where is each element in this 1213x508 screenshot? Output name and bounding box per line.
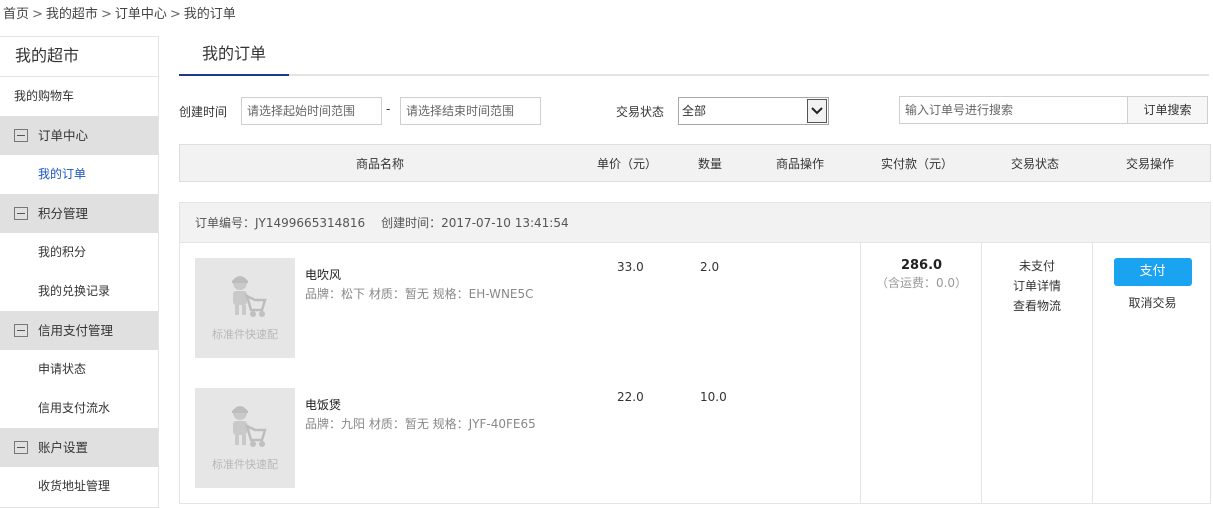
view-logistics-link[interactable]: 查看物流 [982, 296, 1092, 316]
product-spec: 品牌：九阳 材质：暂无 规格：JYF-40FE65 [305, 417, 536, 431]
trade-status-cell: 未支付 订单详情 查看物流 [982, 256, 1092, 316]
sidebar: 我的超市 我的购物车 订单中心 我的订单 积分管理 我的积分 我的兑换记录 信用… [0, 36, 159, 508]
order-header: 订单编号：JY1499665314816 创建时间：2017-07-10 13:4… [180, 203, 1210, 243]
sidebar-item-apply-status[interactable]: 申请状态 [0, 350, 158, 389]
order-item: 标准件快速配 电饭煲 品牌：九阳 材质：暂无 规格：JYF-40FE65 22.… [180, 388, 860, 498]
sidebar-group-label: 订单中心 [38, 128, 89, 143]
sidebar-group-orders[interactable]: 订单中心 [0, 116, 158, 155]
range-dash: - [386, 102, 391, 116]
collapse-icon [14, 441, 28, 454]
sidebar-item-my-orders[interactable]: 我的订单 [0, 155, 158, 194]
sidebar-group-label: 积分管理 [38, 206, 89, 221]
cancel-trade-link[interactable]: 取消交易 [1093, 294, 1212, 311]
header-product-ops: 商品操作 [775, 157, 825, 171]
image-placeholder-text: 标准件快速配 [212, 328, 278, 341]
collapse-icon [14, 129, 28, 142]
worker-cart-icon [232, 276, 267, 317]
shipping-fee: （含运费：0.0） [875, 276, 968, 290]
breadcrumb-home[interactable]: 首页 [3, 7, 29, 22]
unit-price: 22.0 [617, 390, 644, 404]
tab-my-orders[interactable]: 我的订单 [179, 36, 289, 76]
product-name[interactable]: 电吹风 [305, 266, 341, 283]
unit-price: 33.0 [617, 260, 644, 274]
sidebar-title: 我的超市 [0, 37, 158, 77]
order-search-button[interactable]: 订单搜索 [1127, 96, 1208, 124]
order-search-input[interactable]: 输入订单号进行搜索 [899, 96, 1128, 124]
sidebar-group-credit[interactable]: 信用支付管理 [0, 311, 158, 350]
collapse-icon [14, 324, 28, 337]
sidebar-item-address[interactable]: 收货地址管理 [0, 467, 158, 506]
collapse-icon [14, 207, 28, 220]
order-card: 订单编号：JY1499665314816 创建时间：2017-07-10 13:4… [179, 202, 1211, 504]
status-select-value: 全部 [682, 104, 707, 118]
end-time-input[interactable]: 请选择结束时间范围 [400, 97, 541, 125]
sidebar-group-points[interactable]: 积分管理 [0, 194, 158, 233]
created-time-label: 创建时间 [179, 105, 228, 119]
order-created-time: 2017-07-10 13:41:54 [441, 216, 569, 230]
sidebar-item-cart[interactable]: 我的购物车 [0, 77, 158, 116]
tab-bar: 我的订单 [179, 36, 1209, 76]
order-filter: 创建时间 请选择起始时间范围 - 请选择结束时间范围 交易状态 全部 输入订单号… [179, 96, 1209, 126]
order-number: JY1499665314816 [255, 216, 366, 230]
status-unpaid: 未支付 [1018, 259, 1055, 273]
sidebar-group-label: 信用支付管理 [38, 323, 114, 338]
status-label: 交易状态 [616, 105, 665, 119]
status-select[interactable]: 全部 [678, 97, 829, 125]
product-name[interactable]: 电饭煲 [305, 396, 341, 413]
image-placeholder-text: 标准件快速配 [212, 458, 278, 471]
order-item: 标准件快速配 电吹风 品牌：松下 材质：暂无 规格：EH-WNE5C 33.0 … [180, 258, 860, 368]
breadcrumb: 首页 > 我的超市 > 订单中心 > 我的订单 [3, 7, 236, 22]
sidebar-item-my-points[interactable]: 我的积分 [0, 233, 158, 272]
header-unit-price: 单价（元） [596, 157, 658, 171]
sidebar-item-exchange-records[interactable]: 我的兑换记录 [0, 272, 158, 311]
sidebar-item-credit-flow[interactable]: 信用支付流水 [0, 389, 158, 428]
breadcrumb-order-center[interactable]: 订单中心 [115, 7, 167, 22]
sidebar-group-label: 账户设置 [38, 440, 89, 455]
chevron-down-icon[interactable] [807, 99, 827, 123]
product-image[interactable]: 标准件快速配 [195, 388, 295, 488]
worker-cart-icon [232, 406, 267, 447]
breadcrumb-current: 我的订单 [183, 7, 236, 22]
order-number-label: 订单编号： [195, 216, 256, 230]
header-paid: 实付款（元） [880, 157, 954, 171]
header-product-name: 商品名称 [355, 157, 405, 171]
header-quantity: 数量 [697, 157, 723, 171]
paid-amount-cell: 286.0 （含运费：0.0） [861, 258, 982, 291]
start-time-input[interactable]: 请选择起始时间范围 [241, 97, 382, 125]
product-spec: 品牌：松下 材质：暂无 规格：EH-WNE5C [305, 287, 534, 301]
quantity: 10.0 [700, 390, 727, 404]
order-details-link[interactable]: 订单详情 [982, 276, 1092, 296]
order-created-label: 创建时间： [381, 216, 442, 230]
order-table-header: 商品名称 单价（元） 数量 商品操作 实付款（元） 交易状态 交易操作 [179, 144, 1211, 182]
header-trade-status: 交易状态 [1010, 157, 1060, 171]
sidebar-group-account[interactable]: 账户设置 [0, 428, 158, 467]
product-image[interactable]: 标准件快速配 [195, 258, 295, 358]
header-trade-ops: 交易操作 [1125, 157, 1175, 171]
quantity: 2.0 [700, 260, 720, 274]
paid-amount: 286.0 [900, 258, 943, 273]
pay-button[interactable]: 支付 [1113, 258, 1192, 286]
breadcrumb-my-market[interactable]: 我的超市 [46, 7, 98, 22]
trade-ops-cell: 支付 取消交易 [1093, 258, 1212, 311]
